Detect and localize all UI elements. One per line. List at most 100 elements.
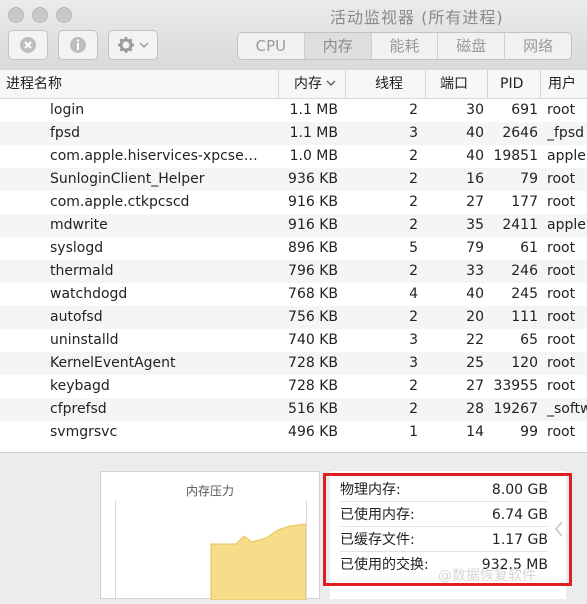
process-pid: 120 (511, 355, 538, 371)
gear-icon (118, 37, 134, 53)
tab-disk[interactable]: 磁盘 (437, 33, 504, 59)
table-row[interactable]: KernelEventAgent 728 KB 3 25 120 root (0, 352, 587, 375)
process-user: apple (547, 148, 586, 164)
column-header-user[interactable]: 用户 (548, 70, 576, 98)
column-header-pid[interactable]: PID (500, 70, 523, 98)
column-header-name[interactable]: 进程名称 (6, 70, 62, 98)
process-ports: 27 (466, 194, 484, 210)
process-user: root (547, 332, 576, 348)
table-row[interactable]: thermald 796 KB 2 33 246 root (0, 260, 587, 283)
tab-network[interactable]: 网络 (504, 33, 571, 59)
process-memory: 796 KB (288, 263, 338, 279)
process-pid: 65 (520, 332, 538, 348)
quit-process-button[interactable] (8, 30, 48, 60)
process-ports: 22 (466, 332, 484, 348)
process-memory: 496 KB (288, 424, 338, 440)
process-name: thermald (50, 263, 114, 279)
process-name: mdwrite (50, 217, 108, 233)
process-ports: 28 (466, 401, 484, 417)
watermark: @数据恢复软件 (438, 568, 536, 584)
process-ports: 40 (466, 148, 484, 164)
table-row[interactable]: com.apple.hiservices-xpcser... 1.0 MB 2 … (0, 145, 587, 168)
process-user: root (547, 424, 576, 440)
table-row[interactable]: fpsd 1.1 MB 3 40 2646 _fpsd (0, 122, 587, 145)
process-name: keybagd (50, 378, 110, 394)
process-pid: 19851 (493, 148, 538, 164)
process-user: root (547, 263, 576, 279)
process-pid: 245 (511, 286, 538, 302)
process-memory: 516 KB (288, 401, 338, 417)
table-row[interactable]: login 1.1 MB 2 30 691 root (0, 99, 587, 122)
tab-bar: CPU 内存 能耗 磁盘 网络 (237, 32, 572, 60)
process-name: com.apple.hiservices-xpcser... (50, 148, 260, 164)
column-header-memory[interactable]: 内存 (294, 70, 336, 98)
process-memory: 756 KB (288, 309, 338, 325)
process-memory: 740 KB (288, 332, 338, 348)
process-user: root (547, 309, 576, 325)
process-memory: 728 KB (288, 378, 338, 394)
process-threads: 2 (409, 401, 418, 417)
process-memory: 1.1 MB (289, 125, 338, 141)
table-row[interactable]: com.apple.ctkpcscd 916 KB 2 27 177 root (0, 191, 587, 214)
table-row[interactable]: SunloginClient_Helper 936 KB 2 16 79 roo… (0, 168, 587, 191)
action-menu-button[interactable] (108, 30, 158, 60)
minimize-window-button[interactable] (32, 7, 48, 23)
table-row[interactable]: autofsd 756 KB 2 20 111 root (0, 306, 587, 329)
table-row[interactable]: watchdogd 768 KB 4 40 245 root (0, 283, 587, 306)
zoom-window-button[interactable] (56, 7, 72, 23)
tab-energy[interactable]: 能耗 (370, 33, 438, 59)
process-memory: 916 KB (288, 194, 338, 210)
process-name: autofsd (50, 309, 103, 325)
process-threads: 2 (409, 263, 418, 279)
process-name: SunloginClient_Helper (50, 171, 205, 187)
process-user: root (547, 240, 576, 256)
process-user: root (547, 102, 576, 118)
process-threads: 2 (409, 148, 418, 164)
process-threads: 3 (409, 125, 418, 141)
process-pid: 691 (511, 102, 538, 118)
inspect-process-button[interactable] (58, 30, 98, 60)
process-name: watchdogd (50, 286, 128, 302)
process-memory: 916 KB (288, 217, 338, 233)
process-name: com.apple.ctkpcscd (50, 194, 190, 210)
process-user: _fpsd (547, 125, 584, 141)
process-user: apple (547, 217, 586, 233)
table-row[interactable]: uninstalld 740 KB 3 22 65 root (0, 329, 587, 352)
process-user: root (547, 355, 576, 371)
column-header-threads[interactable]: 线程 (375, 70, 403, 98)
column-header-memory-label: 内存 (294, 76, 322, 92)
process-pid: 177 (511, 194, 538, 210)
close-window-button[interactable] (8, 7, 24, 23)
process-threads: 3 (409, 332, 418, 348)
process-ports: 33 (466, 263, 484, 279)
table-row[interactable]: cfprefsd 516 KB 2 28 19267 _softw (0, 398, 587, 421)
process-threads: 1 (409, 424, 418, 440)
column-header-ports[interactable]: 端口 (440, 70, 468, 98)
process-pid: 2646 (502, 125, 538, 141)
table-row[interactable]: keybagd 728 KB 2 27 33955 root (0, 375, 587, 398)
process-ports: 40 (466, 286, 484, 302)
table-row[interactable]: svmgrsvc 496 KB 1 14 99 root (0, 421, 587, 444)
process-pid: 19267 (493, 401, 538, 417)
process-ports: 79 (466, 240, 484, 256)
process-memory: 728 KB (288, 355, 338, 371)
process-threads: 4 (409, 286, 418, 302)
table-header: 进程名称 内存 线程 端口 PID 用户 (0, 70, 587, 99)
tab-cpu[interactable]: CPU (238, 33, 304, 59)
process-ports: 25 (466, 355, 484, 371)
process-user: root (547, 171, 576, 187)
process-user: _softw (547, 401, 587, 417)
memory-pressure-title: 内存压力 (185, 484, 234, 498)
process-name: login (50, 102, 85, 118)
table-row[interactable]: syslogd 896 KB 5 79 61 root (0, 237, 587, 260)
process-name: uninstalld (50, 332, 119, 348)
process-table: login 1.1 MB 2 30 691 root fpsd 1.1 MB 3… (0, 99, 587, 452)
process-ports: 30 (466, 102, 484, 118)
table-row[interactable]: mdwrite 916 KB 2 35 2411 apple (0, 214, 587, 237)
tab-memory[interactable]: 内存 (303, 33, 371, 59)
process-threads: 5 (409, 240, 418, 256)
process-ports: 40 (466, 125, 484, 141)
process-user: root (547, 378, 576, 394)
process-ports: 14 (466, 424, 484, 440)
process-pid: 79 (520, 171, 538, 187)
